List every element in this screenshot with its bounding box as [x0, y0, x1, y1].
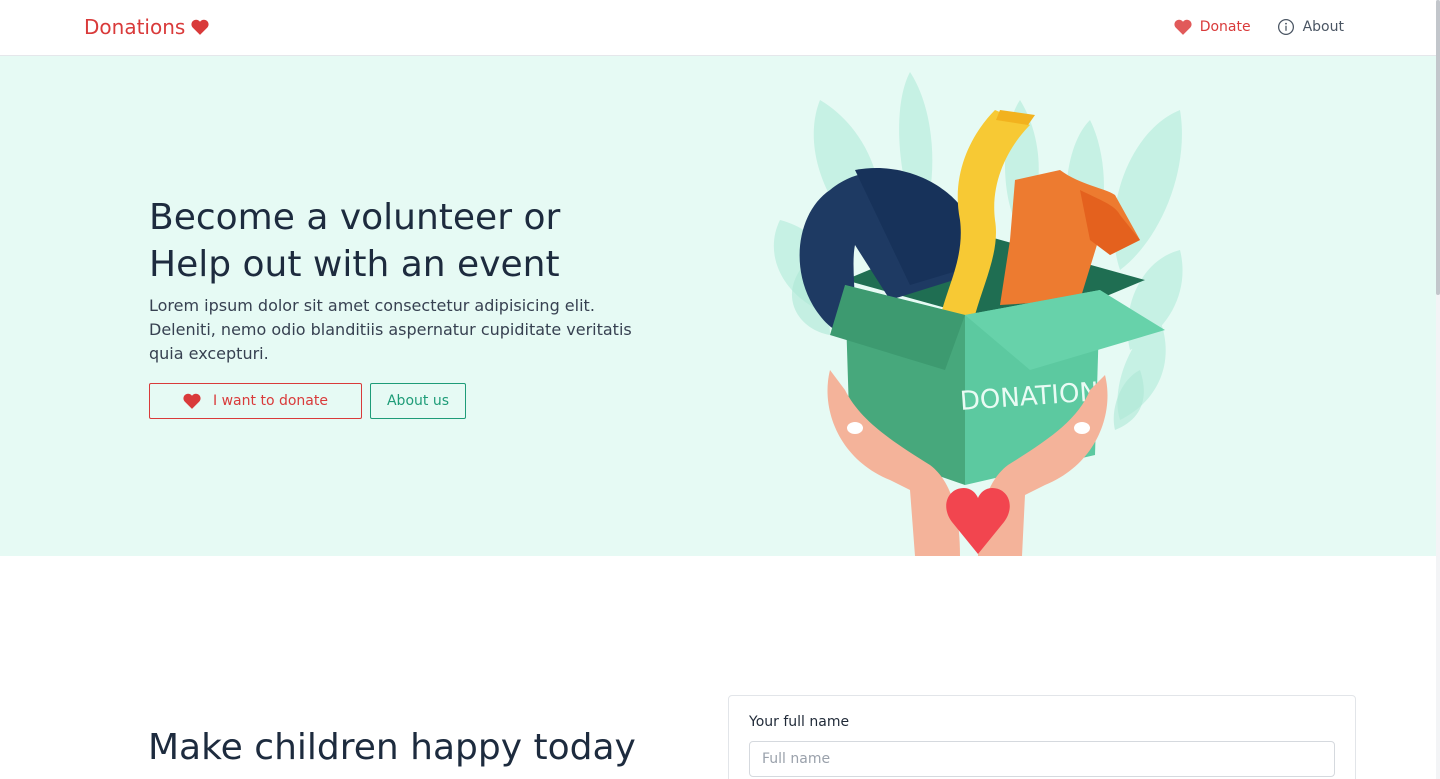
brand-name[interactable]: Donations	[84, 15, 185, 39]
heart-icon	[183, 393, 201, 409]
donation-box-illustration: DONATION	[773, 72, 1183, 556]
nav-about-label: About	[1302, 19, 1344, 35]
scrollbar[interactable]	[1436, 0, 1440, 779]
navbar: Donations Donate About	[0, 0, 1436, 56]
section-title: Make children happy today	[148, 727, 636, 768]
nav-donate-link[interactable]: Donate	[1174, 18, 1251, 36]
donation-form: Your full name	[728, 695, 1356, 779]
nav-about-link[interactable]: About	[1277, 18, 1344, 36]
about-us-button[interactable]: About us	[370, 383, 466, 419]
hero-description: Lorem ipsum dolor sit amet consectetur a…	[149, 296, 632, 363]
nav-links: Donate About	[1174, 18, 1344, 36]
scrollbar-thumb[interactable]	[1436, 0, 1440, 295]
hero-title-line2: Help out with an event	[149, 244, 560, 285]
info-icon	[1277, 18, 1294, 36]
hero-section: Become a volunteer or Help out with an e…	[0, 56, 1436, 556]
heart-icon	[1174, 19, 1192, 35]
nav-donate-label: Donate	[1199, 19, 1251, 35]
hero-title-line1: Become a volunteer or	[149, 197, 561, 238]
about-us-button-label: About us	[386, 393, 449, 409]
fullname-label: Your full name	[749, 714, 850, 730]
fullname-input[interactable]	[749, 741, 1335, 777]
donate-button-label: I want to donate	[213, 393, 328, 409]
heart-icon	[191, 19, 209, 35]
brand-logo[interactable]: Donations	[84, 15, 209, 39]
donate-button[interactable]: I want to donate	[149, 383, 362, 419]
hero-title: Become a volunteer or Help out with an e…	[149, 194, 709, 288]
